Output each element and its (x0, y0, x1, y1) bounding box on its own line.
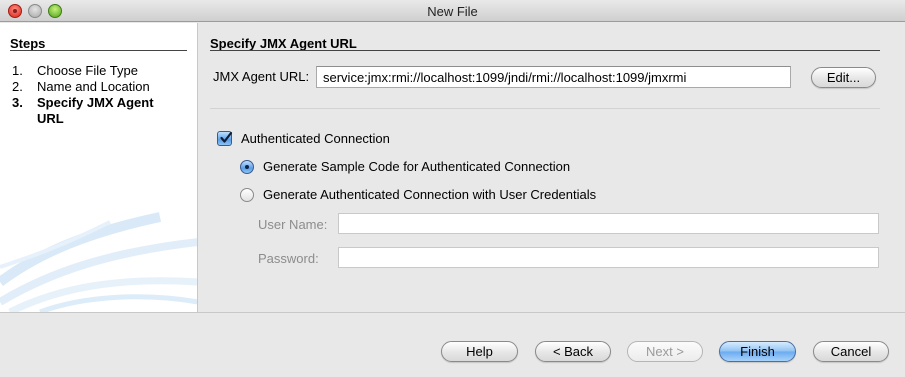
decorative-swoosh-graphic (0, 212, 197, 312)
user-credentials-label[interactable]: Generate Authenticated Connection with U… (263, 187, 596, 202)
edit-url-button[interactable]: Edit... (811, 67, 876, 88)
section-title: Specify JMX Agent URL (210, 36, 357, 51)
window-title: New File (427, 4, 478, 19)
user-credentials-radio[interactable] (240, 188, 254, 202)
step-label: Specify JMX Agent URL (37, 95, 154, 126)
step-label: Name and Location (37, 79, 150, 94)
next-button[interactable]: Next > (627, 341, 703, 362)
password-field[interactable] (338, 247, 879, 268)
checkmark-icon (220, 131, 233, 143)
help-button[interactable]: Help (441, 341, 518, 362)
jmx-url-input[interactable]: service:jmx:rmi://localhost:1099/jndi/rm… (316, 66, 791, 88)
step-number: 3. (12, 95, 23, 110)
jmx-url-label: JMX Agent URL: (213, 69, 310, 84)
wizard-content-panel: Specify JMX Agent URL JMX Agent URL: ser… (199, 23, 905, 312)
section-divider (210, 50, 880, 51)
step-label: Choose File Type (37, 63, 138, 78)
password-label: Password: (258, 251, 319, 266)
step-item: 2. Name and Location (12, 79, 177, 95)
title-bar: New File (0, 0, 905, 22)
back-button[interactable]: < Back (535, 341, 611, 362)
user-name-field[interactable] (338, 213, 879, 234)
steps-divider (10, 50, 187, 51)
steps-panel: Steps 1. Choose File Type 2. Name and Lo… (0, 23, 198, 312)
footer-divider (0, 312, 905, 313)
steps-header: Steps (10, 36, 46, 51)
user-name-label: User Name: (258, 217, 328, 232)
step-number: 2. (12, 79, 23, 94)
cancel-button[interactable]: Cancel (813, 341, 889, 362)
generate-sample-code-radio[interactable] (240, 160, 254, 174)
finish-button[interactable]: Finish (719, 341, 796, 362)
separator (210, 108, 880, 109)
step-item: 1. Choose File Type (12, 63, 177, 79)
authenticated-connection-checkbox[interactable] (217, 131, 233, 146)
steps-list: 1. Choose File Type 2. Name and Location… (12, 63, 177, 127)
generate-sample-code-label[interactable]: Generate Sample Code for Authenticated C… (263, 159, 570, 174)
authenticated-connection-label[interactable]: Authenticated Connection (241, 131, 390, 146)
step-number: 1. (12, 63, 23, 78)
step-item-current: 3. Specify JMX Agent URL (12, 95, 177, 127)
